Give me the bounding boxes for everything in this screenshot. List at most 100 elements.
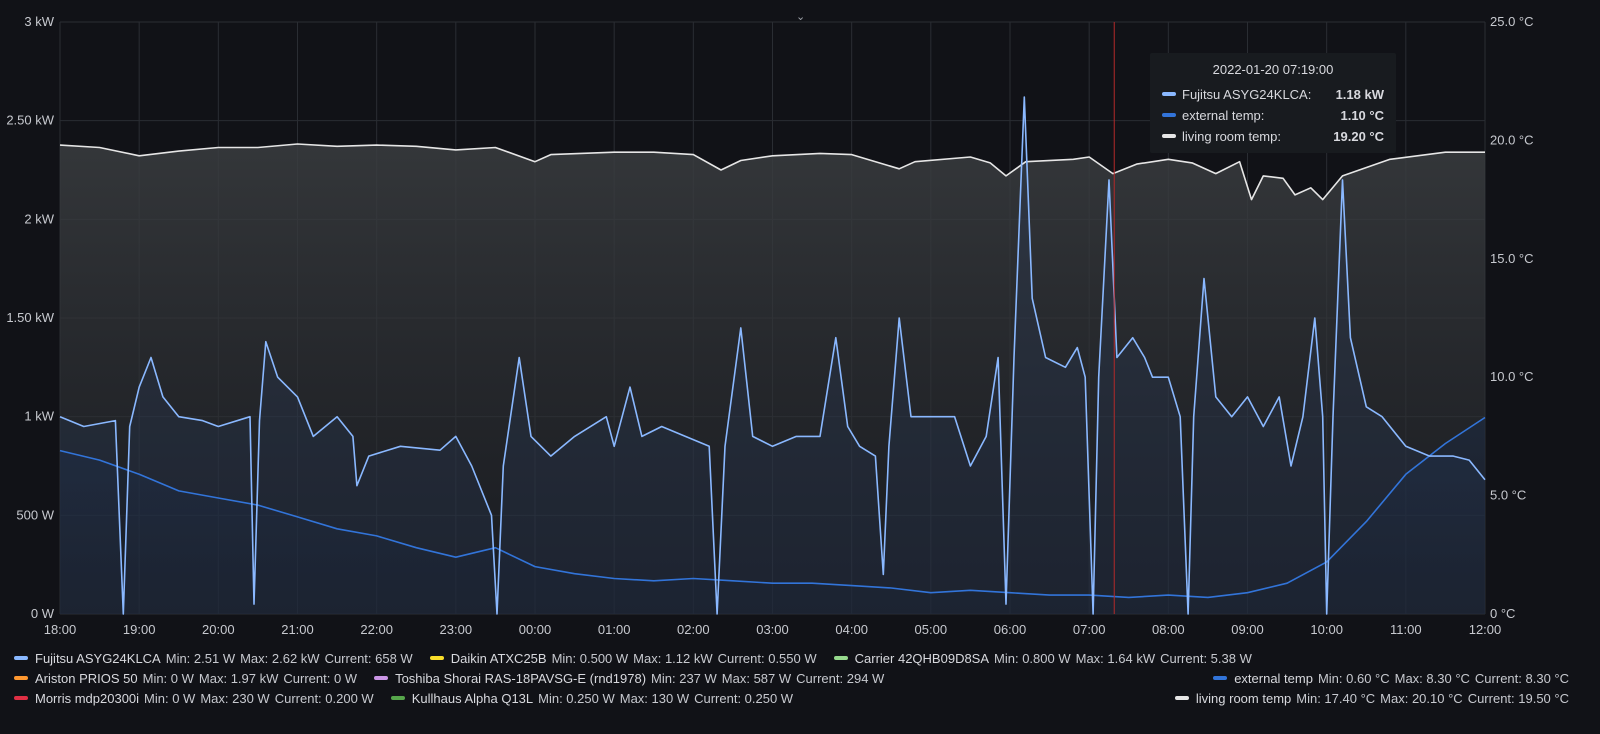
y-axis-left: 0 W 500 W 1 kW 1.50 kW 2 kW 2.50 kW 3 kW (6, 14, 54, 621)
series-swatch (1213, 676, 1228, 680)
series-swatch (1162, 92, 1176, 96)
tooltip-value: 19.20 °C (1333, 128, 1384, 144)
legend-item[interactable]: Fujitsu ASYG24KLCA Min: 2.51 W Max: 2.62 k… (14, 648, 418, 668)
legend-series-name: Fujitsu ASYG24KLCA (35, 650, 161, 666)
legend-item[interactable]: Carrier 42QHB09D8SA Min: 0.800 W Max: 1.64… (833, 648, 1257, 668)
tooltip-row: Fujitsu ASYG24KLCA: 1.18 kW (1162, 84, 1384, 104)
legend-item[interactable]: external temp Min: 0.60 °C Max: 8.30 °C Cur… (1213, 668, 1574, 688)
legend-item[interactable]: Kullhaus Alpha Q13L Min: 0.250 W Max: 130 … (390, 688, 798, 708)
legend-min: Min: 0.60 °C (1317, 670, 1390, 686)
legend-max: Max: 587 W (721, 670, 792, 686)
legend-max: Max: 1.97 kW (198, 670, 279, 686)
y-left-tick-label: 0 W (31, 606, 55, 621)
y-left-tick-label: 1.50 kW (6, 310, 54, 325)
legend-max: Max: 130 W (619, 690, 690, 706)
tooltip-value: 1.18 kW (1335, 86, 1384, 102)
series-swatch (429, 656, 444, 660)
x-tick-label: 18:00 (44, 622, 77, 637)
legend-item[interactable]: Daikin ATXC25B Min: 0.500 W Max: 1.12 kW Cu… (429, 648, 822, 668)
y-right-tick-label: 15.0 °C (1490, 251, 1534, 266)
x-tick-label: 03:00 (756, 622, 789, 637)
y-right-tick-label: 0 °C (1490, 606, 1515, 621)
legend-min: Min: 17.40 °C (1296, 690, 1376, 706)
legend-current: Current: 19.50 °C (1467, 690, 1569, 706)
legend-min: Min: 0.250 W (538, 690, 615, 706)
legend-current: Current: 0.550 W (717, 650, 817, 666)
y-left-tick-label: 3 kW (24, 14, 54, 29)
legend-current: Current: 294 W (796, 670, 885, 686)
legend-current: Current: 5.38 W (1160, 650, 1252, 666)
series-swatch (374, 676, 389, 680)
legend-series-name: Carrier 42QHB09D8SA (854, 650, 990, 666)
legend-series-name: Ariston PRIOS 50 (35, 670, 138, 686)
y-right-tick-label: 5.0 °C (1490, 488, 1526, 503)
y-left-tick-label: 1 kW (24, 409, 54, 424)
legend-row-right: living room temp Min: 17.40 °C Max: 20.10 … (1174, 688, 1586, 708)
legend-item[interactable]: living room temp Min: 17.40 °C Max: 20.10 … (1174, 688, 1574, 708)
tooltip-row: external temp: 1.10 °C (1162, 105, 1384, 125)
x-tick-label: 20:00 (202, 622, 235, 637)
legend-max: Max: 230 W (200, 690, 270, 706)
legend-item[interactable]: Morris mdp20300i Min: 0 W Max: 230 W Curren… (14, 688, 379, 708)
y-axis-right: 0 °C 5.0 °C 10.0 °C 15.0 °C 20.0 °C 25.0 °C (1490, 14, 1534, 621)
x-tick-label: 11:00 (1390, 622, 1422, 637)
legend-series-name: living room temp (1195, 690, 1292, 706)
series-swatch (390, 696, 405, 700)
legend-max: Max: 1.64 kW (1075, 650, 1156, 666)
y-left-tick-label: 500 W (16, 507, 54, 522)
legend-series-name: Daikin ATXC25B (450, 650, 547, 666)
series-swatch (1162, 134, 1176, 138)
legend-min: Min: 237 W (651, 670, 717, 686)
legend-item[interactable]: Ariston PRIOS 50 Min: 0 W Max: 1.97 kW Curr… (14, 668, 362, 688)
legend-min: Min: 0 W (142, 670, 194, 686)
legend-row: Fujitsu ASYG24KLCA Min: 2.51 W Max: 2.62 k… (14, 648, 1269, 668)
legend-current: Current: 0.200 W (274, 690, 374, 706)
y-right-tick-label: 25.0 °C (1490, 14, 1534, 29)
legend: Fujitsu ASYG24KLCA Min: 2.51 W Max: 2.62 k… (0, 640, 1600, 734)
legend-max: Max: 1.12 kW (633, 650, 713, 666)
x-tick-label: 23:00 (440, 622, 473, 637)
tooltip-series-name: living room temp: (1182, 128, 1281, 144)
x-tick-label: 00:00 (519, 622, 552, 637)
tooltip: 2022-01-20 07:19:00 Fujitsu ASYG24KLCA: 1… (1150, 53, 1396, 153)
legend-series-name: Toshiba Shorai RAS-18PAVSG-E (rnd1978) (395, 670, 647, 686)
series-swatch (833, 656, 848, 660)
series-swatch (14, 696, 28, 700)
y-left-tick-label: 2 kW (24, 211, 54, 226)
legend-current: Current: 0 W (283, 670, 358, 686)
legend-current: Current: 0.250 W (694, 690, 794, 706)
legend-current: Current: 658 W (324, 650, 413, 666)
legend-row: Morris mdp20300i Min: 0 W Max: 230 W Curren… (14, 688, 810, 708)
legend-max: Max: 2.62 kW (240, 650, 320, 666)
legend-series-name: external temp (1234, 670, 1313, 686)
x-tick-label: 12:00 (1469, 622, 1502, 637)
tooltip-series-name: external temp: (1182, 107, 1265, 123)
x-tick-label: 08:00 (1152, 622, 1185, 637)
y-right-tick-label: 20.0 °C (1490, 132, 1534, 147)
legend-min: Min: 0.800 W (994, 650, 1071, 666)
x-tick-label: 01:00 (598, 622, 631, 637)
legend-min: Min: 0.500 W (551, 650, 629, 666)
series-swatch (1174, 696, 1189, 700)
x-tick-label: 02:00 (677, 622, 710, 637)
x-tick-label: 04:00 (835, 622, 868, 637)
x-tick-label: 07:00 (1073, 622, 1106, 637)
legend-item[interactable]: Toshiba Shorai RAS-18PAVSG-E (rnd1978) Mi… (374, 668, 889, 688)
chevron-down-icon[interactable]: ⌄ (796, 10, 805, 23)
tooltip-value: 1.10 °C (1340, 107, 1384, 123)
series-areas (60, 97, 1485, 614)
legend-max: Max: 20.10 °C (1380, 690, 1463, 706)
tooltip-row: living room temp: 19.20 °C (1162, 126, 1384, 146)
legend-min: Min: 2.51 W (165, 650, 236, 666)
legend-row: Ariston PRIOS 50 Min: 0 W Max: 1.97 kW Curr… (14, 668, 901, 688)
series-swatch (1162, 113, 1176, 117)
legend-current: Current: 8.30 °C (1474, 670, 1569, 686)
x-tick-label: 22:00 (360, 622, 393, 637)
y-left-tick-label: 2.50 kW (6, 113, 54, 128)
legend-series-name: Kullhaus Alpha Q13L (411, 690, 534, 706)
tooltip-series-name: Fujitsu ASYG24KLCA: (1182, 86, 1312, 102)
legend-min: Min: 0 W (144, 690, 196, 706)
x-tick-label: 10:00 (1310, 622, 1343, 637)
x-tick-label: 09:00 (1231, 622, 1264, 637)
legend-series-name: Morris mdp20300i (35, 690, 140, 706)
